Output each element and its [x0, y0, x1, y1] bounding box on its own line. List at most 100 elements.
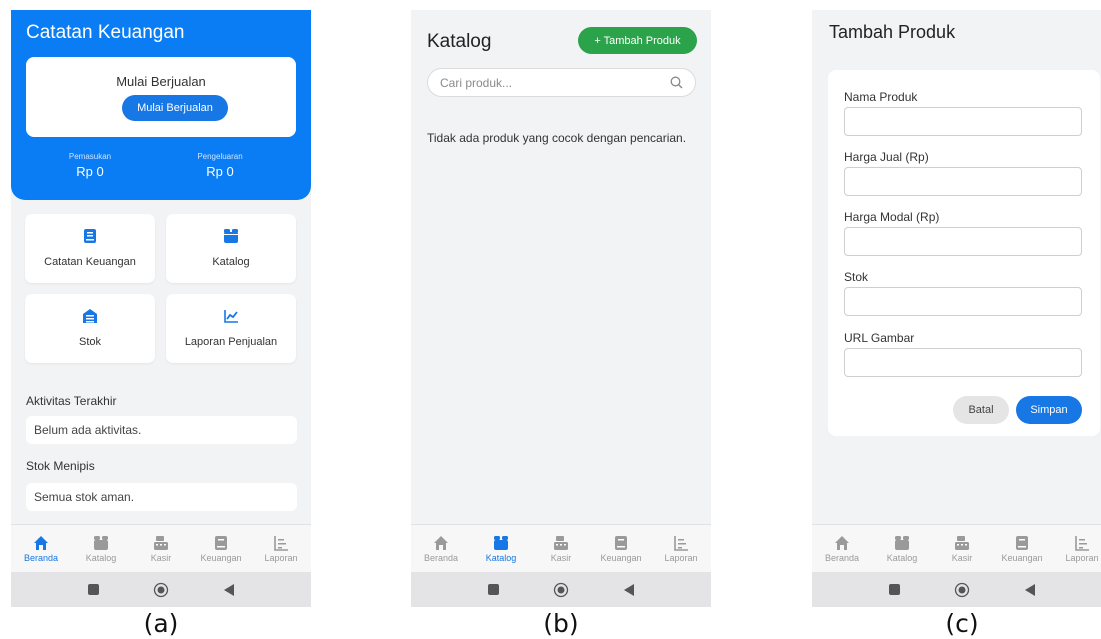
home-button-icon[interactable] — [954, 582, 970, 598]
caption-c: (c) — [945, 609, 979, 638]
nav-item-laporan[interactable]: Laporan — [651, 525, 711, 572]
empty-message: Tidak ada produk yang cocok dengan penca… — [427, 131, 687, 145]
search-bar — [427, 68, 696, 97]
catalog-screen: Katalog + Tambah Produk Tidak ada produk… — [411, 10, 711, 607]
low-stock-title: Stok Menipis — [26, 459, 95, 473]
nav-item-beranda[interactable]: Beranda — [812, 525, 872, 572]
box-icon — [494, 535, 508, 550]
recents-icon[interactable] — [85, 582, 101, 598]
warehouse-icon — [83, 309, 97, 323]
field-label-harga-modal: Harga Modal (Rp) — [844, 210, 940, 224]
nav-item-katalog[interactable]: Katalog — [71, 525, 131, 572]
tile-laporan-penjualan[interactable]: Laporan Penjualan — [166, 294, 296, 363]
home-header: Catatan Keuangan Mulai Berjualan Mulai B… — [11, 10, 311, 200]
nav-item-kasir[interactable]: Kasir — [131, 525, 191, 572]
nav-label: Keuangan — [200, 552, 242, 563]
system-nav-bar — [11, 572, 311, 607]
tile-label: Catatan Keuangan — [44, 256, 136, 268]
nav-label: Laporan — [264, 552, 298, 563]
nav-label: Kasir — [550, 552, 572, 563]
save-button[interactable]: Simpan — [1016, 396, 1082, 424]
field-label-nama-produk: Nama Produk — [844, 90, 918, 104]
page-title: Catatan Keuangan — [26, 22, 185, 43]
book-icon — [215, 535, 227, 550]
caption-b: (b) — [543, 609, 579, 638]
nav-item-katalog[interactable]: Katalog — [471, 525, 531, 572]
nav-item-beranda[interactable]: Beranda — [11, 525, 71, 572]
url-gambar-input[interactable] — [844, 348, 1082, 377]
bottom-nav: Beranda Katalog Kasir Keuangan Laporan — [11, 524, 311, 572]
home-button-icon[interactable] — [553, 582, 569, 598]
expense-value: Rp 0 — [206, 164, 234, 179]
box-icon — [224, 229, 238, 243]
cash-register-icon — [554, 535, 568, 550]
book-icon — [1016, 535, 1028, 550]
line-chart-icon — [224, 310, 238, 323]
nav-item-laporan[interactable]: Laporan — [1052, 525, 1101, 572]
nav-item-laporan[interactable]: Laporan — [251, 525, 311, 572]
book-icon — [84, 229, 96, 243]
nav-item-keuangan[interactable]: Keuangan — [191, 525, 251, 572]
nav-label: Keuangan — [600, 552, 642, 563]
home-icon — [434, 535, 448, 550]
recents-icon[interactable] — [886, 582, 902, 598]
nav-label: Keuangan — [1001, 552, 1043, 563]
box-icon — [94, 535, 108, 550]
nav-item-beranda[interactable]: Beranda — [411, 525, 471, 572]
card-title: Mulai Berjualan — [116, 74, 206, 89]
search-input[interactable] — [440, 75, 670, 90]
bottom-nav: Beranda Katalog Kasir Keuangan Laporan — [812, 524, 1101, 572]
nav-item-kasir[interactable]: Kasir — [932, 525, 992, 572]
home-button-icon[interactable] — [153, 582, 169, 598]
cash-register-icon — [154, 535, 168, 550]
nav-label: Laporan — [664, 552, 698, 563]
tile-label: Katalog — [212, 256, 250, 268]
cancel-button[interactable]: Batal — [953, 396, 1009, 424]
expense-label: Pengeluaran — [197, 152, 243, 161]
back-icon[interactable] — [1022, 582, 1038, 598]
tile-stok[interactable]: Stok — [25, 294, 155, 363]
box-icon — [895, 535, 909, 550]
chart-icon — [1075, 535, 1089, 551]
income-stat: Pemasukan Rp 0 — [30, 152, 150, 179]
caption-a: (a) — [143, 609, 179, 638]
back-icon[interactable] — [621, 582, 637, 598]
chart-icon — [274, 535, 288, 551]
back-icon[interactable] — [221, 582, 237, 598]
recent-activity-title: Aktivitas Terakhir — [26, 394, 117, 408]
add-product-screen: Tambah Produk Nama Produk Harga Jual (Rp… — [812, 10, 1101, 607]
harga-modal-input[interactable] — [844, 227, 1082, 256]
stok-input[interactable] — [844, 287, 1082, 316]
nav-item-keuangan[interactable]: Keuangan — [591, 525, 651, 572]
nav-label: Beranda — [23, 552, 59, 563]
recents-icon[interactable] — [485, 582, 501, 598]
tile-label: Laporan Penjualan — [184, 336, 278, 348]
home-icon — [34, 535, 48, 550]
nav-item-keuangan[interactable]: Keuangan — [992, 525, 1052, 572]
page-title: Tambah Produk — [829, 22, 956, 42]
field-label-stok: Stok — [844, 270, 869, 284]
nama-produk-input[interactable] — [844, 107, 1082, 136]
nav-item-katalog[interactable]: Katalog — [872, 525, 932, 572]
low-stock-box: Semua stok aman. — [26, 483, 297, 511]
recent-activity-box: Belum ada aktivitas. — [26, 416, 297, 444]
system-nav-bar — [812, 572, 1101, 607]
tile-label: Stok — [78, 336, 101, 348]
harga-jual-input[interactable] — [844, 167, 1082, 196]
tile-katalog[interactable]: Katalog — [166, 214, 296, 283]
start-selling-button[interactable]: Mulai Berjualan — [122, 95, 228, 121]
nav-label: Beranda — [423, 552, 459, 563]
page-title: Katalog — [427, 31, 492, 52]
bottom-nav: Beranda Katalog Kasir Keuangan Laporan — [411, 524, 711, 572]
add-product-button[interactable]: + Tambah Produk — [578, 27, 697, 54]
home-icon — [835, 535, 849, 550]
nav-label: Beranda — [824, 552, 860, 563]
nav-item-kasir[interactable]: Kasir — [531, 525, 591, 572]
tile-catatan-keuangan[interactable]: Catatan Keuangan — [25, 214, 155, 283]
search-icon[interactable] — [670, 76, 683, 89]
nav-label: Katalog — [485, 552, 517, 563]
nav-label: Katalog — [85, 552, 117, 563]
product-form: Nama Produk Harga Jual (Rp) Harga Modal … — [828, 70, 1100, 436]
home-screen: Catatan Keuangan Mulai Berjualan Mulai B… — [11, 10, 311, 607]
nav-label: Laporan — [1065, 552, 1099, 563]
